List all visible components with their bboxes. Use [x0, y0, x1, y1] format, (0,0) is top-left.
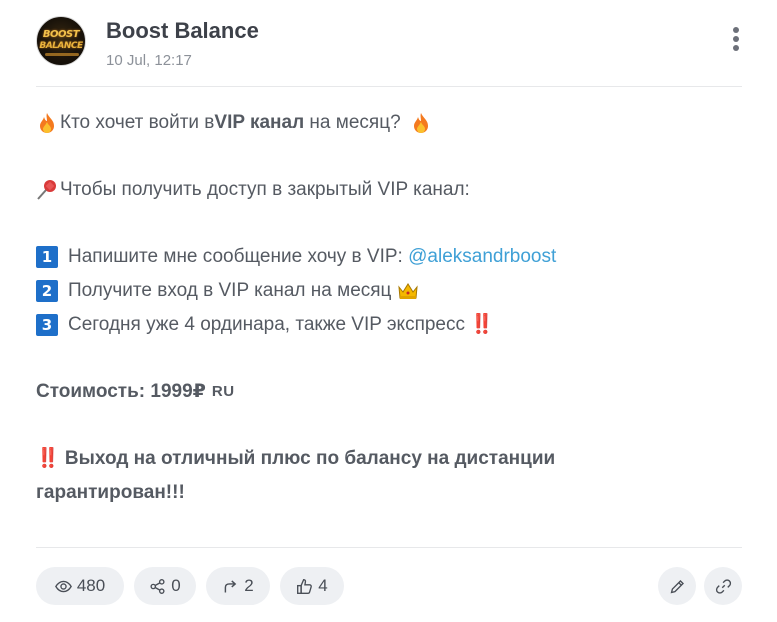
channel-name[interactable]: Boost Balance	[106, 18, 259, 44]
likes-counter[interactable]: 4	[280, 567, 344, 605]
forward-arrow-icon	[224, 579, 237, 592]
price-line: Стоимость: 1999₽ RU	[36, 375, 742, 409]
copy-link-button[interactable]	[704, 567, 742, 605]
crown-icon	[397, 280, 419, 302]
pushpin-icon	[36, 179, 58, 201]
post-card: BOOST BALANCE Boost Balance 10 Jul, 12:1…	[0, 0, 777, 622]
forwards-count: 2	[244, 576, 254, 595]
text-line-2: Чтобы получить доступ в закрытый VIP кан…	[36, 173, 742, 207]
channel-avatar[interactable]: BOOST BALANCE	[36, 16, 86, 66]
post-date: 10 Jul, 12:17	[106, 52, 192, 69]
pencil-icon	[670, 579, 684, 593]
guarantee-line-1: ‼️ Выход на отличный плюс по балансу на …	[36, 448, 556, 469]
avatar-glow	[45, 53, 79, 56]
shares-count: 0	[171, 576, 181, 595]
share-icon	[150, 578, 165, 594]
keycap-1-icon: 1	[36, 246, 58, 268]
views-counter[interactable]: 480	[36, 567, 124, 605]
likes-count: 4	[318, 576, 328, 595]
thumbs-up-icon	[297, 578, 313, 594]
line1-post: на месяц?	[304, 112, 406, 133]
link-icon	[715, 578, 731, 594]
keycap-3-icon: 3	[36, 314, 58, 336]
step1-text: Напишите мне сообщение хочу в VIP:	[68, 246, 409, 267]
avatar-logo-line2: BALANCE	[39, 41, 83, 51]
step-2: 2 Получите вход в VIP канал на месяц	[36, 274, 742, 308]
eye-icon	[54, 580, 72, 592]
price-text: Стоимость: 1999₽	[36, 381, 206, 402]
fire-icon	[410, 112, 432, 134]
post-header: BOOST BALANCE Boost Balance 10 Jul, 12:1…	[36, 15, 742, 75]
step2-text: Получите вход в VIP канал на месяц	[68, 280, 397, 301]
forwards-counter[interactable]: 2	[206, 567, 270, 605]
footer-divider	[36, 547, 742, 548]
step-3: 3 Сегодня уже 4 ординара, также VIP эксп…	[36, 308, 742, 342]
avatar-logo-line1: BOOST	[42, 29, 80, 40]
line2-text: Чтобы получить доступ в закрытый VIP кан…	[60, 179, 470, 200]
post-text: Кто хочет войти в VIP канал на месяц? Чт…	[36, 106, 742, 510]
shares-counter[interactable]: 0	[134, 567, 196, 605]
edit-button[interactable]	[658, 567, 696, 605]
text-line-1: Кто хочет войти в VIP канал на месяц?	[36, 106, 742, 140]
post-stats: 480 0 2 4	[36, 567, 742, 605]
step-1: 1 Напишите мне сообщение хочу в VIP: @al…	[36, 240, 742, 274]
username-link[interactable]: @aleksandrboost	[408, 240, 556, 274]
header-divider	[36, 86, 742, 87]
line1-bold: VIP канал	[214, 112, 305, 133]
ru-flag-icon: RU	[211, 383, 235, 400]
fire-icon	[36, 112, 58, 134]
guarantee-line-2: гарантирован!!!	[36, 482, 185, 503]
more-vertical-icon[interactable]	[730, 25, 742, 55]
views-count: 480	[76, 576, 106, 595]
step3-text: Сегодня уже 4 ординара, также VIP экспре…	[68, 314, 494, 335]
keycap-2-icon: 2	[36, 280, 58, 302]
line1-pre: Кто хочет войти в	[60, 112, 215, 133]
